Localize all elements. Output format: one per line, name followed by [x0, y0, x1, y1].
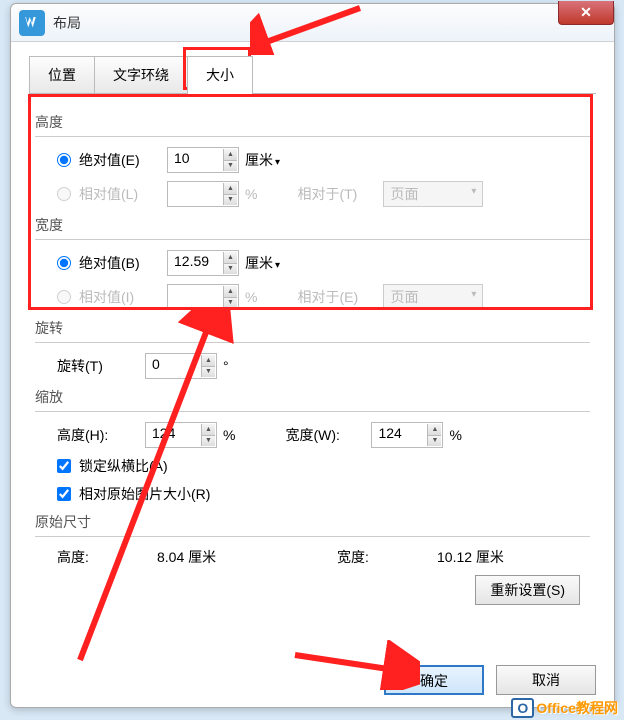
group-width-label: 宽度 [35, 215, 590, 235]
height-absolute-radio[interactable] [57, 153, 71, 167]
lock-aspect-label: 锁定纵横比(A) [79, 456, 168, 476]
divider [35, 342, 590, 343]
width-absolute-unit[interactable]: 厘米 [245, 253, 280, 273]
relative-original-label: 相对原始图片大小(R) [79, 484, 210, 504]
close-icon: ✕ [580, 4, 592, 21]
original-row: 高度: 8.04 厘米 宽度: 10.12 厘米 [57, 547, 590, 567]
spin-down-icon[interactable]: ▼ [223, 264, 237, 275]
scale-width-value: 124 [378, 425, 401, 441]
spin-down-icon: ▼ [223, 195, 237, 206]
height-relative-label: 相对值(L) [79, 184, 167, 204]
tab-bar: 位置 文字环绕 大小 [29, 56, 596, 94]
original-height-value: 8.04 厘米 [157, 547, 337, 567]
relative-original-row: 相对原始图片大小(R) [57, 484, 590, 504]
spin-down-icon[interactable]: ▼ [201, 436, 215, 447]
group-scale-label: 缩放 [35, 387, 590, 407]
width-absolute-row: 绝对值(B) 12.59 ▲▼ 厘米 [57, 250, 590, 276]
scale-height-input[interactable]: 124 ▲▼ [145, 422, 217, 448]
lock-aspect-row: 锁定纵横比(A) [57, 456, 590, 476]
divider [35, 536, 590, 537]
width-relative-label: 相对值(I) [79, 287, 167, 307]
width-relative-radio [57, 290, 71, 304]
tab-size[interactable]: 大小 [187, 56, 253, 93]
height-relative-to-combo: 页面 [383, 181, 483, 207]
width-absolute-radio[interactable] [57, 256, 71, 270]
tab-wrap[interactable]: 文字环绕 [94, 56, 188, 93]
close-button[interactable]: ✕ [558, 1, 614, 25]
dialog-footer: 确定 取消 [384, 665, 596, 695]
original-width-value: 10.12 厘米 [437, 547, 504, 567]
rotation-row: 旋转(T) 0 ▲▼ ° [57, 353, 590, 379]
spin-up-icon[interactable]: ▲ [427, 424, 441, 436]
titlebar: 布局 ✕ [11, 4, 614, 42]
original-width-label: 宽度: [337, 547, 437, 567]
group-height-label: 高度 [35, 112, 590, 132]
group-rotation-label: 旋转 [35, 318, 590, 338]
width-absolute-label: 绝对值(B) [79, 253, 167, 273]
width-relative-to-combo: 页面 [383, 284, 483, 310]
height-relative-unit: % [245, 186, 257, 202]
divider [35, 239, 590, 240]
height-relative-input: ▲▼ [167, 181, 239, 207]
tab-position[interactable]: 位置 [29, 56, 95, 93]
height-absolute-label: 绝对值(E) [79, 150, 167, 170]
dialog-body: 位置 文字环绕 大小 高度 绝对值(E) 10 ▲▼ 厘米 相对值(L) [11, 42, 614, 619]
height-relative-to-label: 相对于(T) [297, 184, 383, 204]
scale-height-label: 高度(H): [57, 425, 145, 445]
height-absolute-unit[interactable]: 厘米 [245, 150, 280, 170]
rotation-unit: ° [223, 358, 229, 374]
wps-icon [23, 14, 41, 32]
spin-up-icon[interactable]: ▲ [201, 424, 215, 436]
watermark: OOffice教程网 [511, 698, 618, 718]
width-relative-to-label: 相对于(E) [297, 287, 383, 307]
height-absolute-input[interactable]: 10 ▲▼ [167, 147, 239, 173]
width-relative-input: ▲▼ [167, 284, 239, 310]
rotation-input[interactable]: 0 ▲▼ [145, 353, 217, 379]
rotation-value: 0 [152, 356, 160, 372]
scale-width-input[interactable]: 124 ▲▼ [371, 422, 443, 448]
reset-button[interactable]: 重新设置(S) [475, 575, 580, 605]
original-height-label: 高度: [57, 547, 157, 567]
lock-aspect-checkbox[interactable] [57, 459, 71, 473]
relative-original-checkbox[interactable] [57, 487, 71, 501]
scale-width-unit: % [449, 427, 461, 443]
height-absolute-value: 10 [174, 150, 190, 166]
spin-up-icon: ▲ [223, 183, 237, 195]
layout-dialog: 布局 ✕ 位置 文字环绕 大小 高度 绝对值(E) 10 ▲▼ 厘米 [10, 3, 615, 708]
app-icon [19, 10, 45, 36]
divider [35, 136, 590, 137]
height-relative-row: 相对值(L) ▲▼ % 相对于(T) 页面 [57, 181, 590, 207]
divider [35, 411, 590, 412]
width-absolute-input[interactable]: 12.59 ▲▼ [167, 250, 239, 276]
spin-down-icon[interactable]: ▼ [427, 436, 441, 447]
spin-up-icon[interactable]: ▲ [201, 355, 215, 367]
window-title: 布局 [53, 13, 81, 33]
spin-up-icon[interactable]: ▲ [223, 149, 237, 161]
width-relative-row: 相对值(I) ▲▼ % 相对于(E) 页面 [57, 284, 590, 310]
spin-down-icon: ▼ [223, 298, 237, 309]
height-relative-radio [57, 187, 71, 201]
scale-row: 高度(H): 124 ▲▼ % 宽度(W): 124 ▲▼ % [57, 422, 590, 448]
cancel-button[interactable]: 取消 [496, 665, 596, 695]
spin-down-icon[interactable]: ▼ [223, 161, 237, 172]
spin-up-icon[interactable]: ▲ [223, 252, 237, 264]
ok-button[interactable]: 确定 [384, 665, 484, 695]
height-absolute-row: 绝对值(E) 10 ▲▼ 厘米 [57, 147, 590, 173]
spin-up-icon: ▲ [223, 286, 237, 298]
width-absolute-value: 12.59 [174, 253, 209, 269]
spin-down-icon[interactable]: ▼ [201, 367, 215, 378]
rotation-label: 旋转(T) [57, 356, 145, 376]
group-original-label: 原始尺寸 [35, 512, 590, 532]
tab-content: 高度 绝对值(E) 10 ▲▼ 厘米 相对值(L) ▲▼ % 相对于(T) [29, 94, 596, 605]
scale-height-value: 124 [152, 425, 175, 441]
watermark-logo-icon: O [511, 698, 534, 718]
reset-row: 重新设置(S) [35, 575, 590, 605]
scale-width-label: 宽度(W): [285, 425, 371, 445]
scale-height-unit: % [223, 427, 235, 443]
width-relative-unit: % [245, 289, 257, 305]
